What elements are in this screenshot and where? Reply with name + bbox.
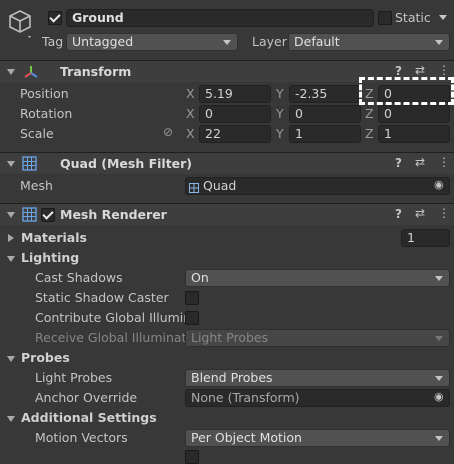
collapse-arrow-icon[interactable] [7,416,15,422]
probes-label[interactable]: Probes [21,350,70,365]
rotation-z-field[interactable]: 0 [378,105,450,123]
collapse-arrow-icon[interactable] [7,356,15,362]
mesh-filter-grid-icon [22,156,37,171]
motion-vectors-dropdown[interactable]: Per Object Motion [185,429,450,447]
cast-shadows-label: Cast Shadows [35,270,123,285]
tag-dropdown[interactable]: Untagged [66,33,238,51]
mesh-renderer-enabled-checkbox[interactable] [41,208,55,222]
layer-label: Layer [252,34,287,49]
position-label: Position [20,86,69,101]
tag-label: Tag [42,34,64,49]
expand-arrow-icon[interactable] [8,234,14,242]
mesh-filter-title: Quad (Mesh Filter) [60,156,193,171]
object-picker-icon[interactable]: ◉ [434,390,444,403]
rotation-y-label[interactable]: Y [276,106,284,121]
receive-gi-dropdown: Light Probes [185,329,450,347]
collapse-arrow-icon[interactable] [7,212,15,218]
more-options-icon[interactable]: ⋮ [438,206,450,220]
rotation-x-field[interactable]: 0 [199,105,271,123]
presets-icon[interactable]: ⇄ [415,155,425,169]
object-name-field[interactable]: Ground [66,9,374,27]
object-picker-icon[interactable]: ◉ [434,178,444,191]
more-options-icon[interactable]: ⋮ [438,63,450,77]
cast-shadows-dropdown[interactable]: On [185,269,450,287]
help-icon[interactable]: ? [395,156,402,170]
lighting-label[interactable]: Lighting [21,250,79,265]
additional-settings-label[interactable]: Additional Settings [21,410,157,425]
contribute-gi-checkbox[interactable] [185,311,199,325]
anchor-override-field[interactable]: None (Transform) [185,389,450,407]
anchor-override-label: Anchor Override [35,390,138,405]
scale-x-field[interactable]: 22 [199,125,271,143]
static-shadow-caster-checkbox[interactable] [185,291,199,305]
materials-label[interactable]: Materials [21,230,87,245]
static-shadow-caster-label: Static Shadow Caster [35,290,169,305]
gameobject-cube-icon [6,8,34,38]
mesh-label: Mesh [20,178,53,193]
scale-y-label[interactable]: Y [276,126,284,141]
mesh-filter-header[interactable]: Quad (Mesh Filter) ? ⇄ ⋮ [0,152,454,174]
motion-vectors-label: Motion Vectors [35,430,128,445]
static-label: Static [395,10,431,25]
layer-dropdown[interactable]: Default [288,33,450,51]
scale-z-field[interactable]: 1 [378,125,450,143]
active-checkbox[interactable] [48,11,62,25]
more-options-icon[interactable]: ⋮ [438,155,450,169]
scale-y-field[interactable]: 1 [289,125,361,143]
rotation-x-label[interactable]: X [186,106,195,121]
transform-axes-icon [23,64,39,80]
collapse-arrow-icon[interactable] [7,69,15,75]
help-icon[interactable]: ? [395,207,402,221]
receive-gi-label: Receive Global Illuminatio [35,330,185,345]
position-x-field[interactable]: 5.19 [199,85,271,103]
collapse-arrow-icon[interactable] [7,161,15,167]
static-dropdown-arrow[interactable] [439,15,447,20]
mesh-renderer-icon [22,207,37,222]
mesh-asset-icon [189,181,199,193]
rotation-label: Rotation [20,106,73,121]
static-checkbox[interactable] [378,11,392,25]
next-row-checkbox[interactable] [185,450,199,464]
mesh-renderer-header[interactable]: Mesh Renderer ? ⇄ ⋮ [0,203,454,225]
constrain-proportions-link-icon[interactable]: ⊘ [163,125,173,139]
scale-x-label[interactable]: X [186,126,195,141]
collapse-arrow-icon[interactable] [7,256,15,262]
scale-z-label[interactable]: Z [365,126,374,141]
light-probes-label: Light Probes [35,370,113,385]
rotation-z-label[interactable]: Z [365,106,374,121]
contribute-gi-label: Contribute Global Illuminati [35,310,185,325]
help-icon[interactable]: ? [395,64,402,78]
light-probes-dropdown[interactable]: Blend Probes [185,369,450,387]
position-y-field[interactable]: -2.35 [289,85,361,103]
presets-icon[interactable]: ⇄ [415,63,425,77]
transform-title: Transform [60,64,132,79]
presets-icon[interactable]: ⇄ [415,206,425,220]
rotation-y-field[interactable]: 0 [289,105,361,123]
highlight-box [359,77,454,105]
mesh-value: Quad [203,178,237,193]
position-y-label[interactable]: Y [276,86,284,101]
mesh-object-field[interactable]: Quad [185,177,450,195]
scale-label: Scale [20,126,54,141]
mesh-renderer-title: Mesh Renderer [60,207,167,222]
position-x-label[interactable]: X [186,86,195,101]
materials-count-field[interactable]: 1 [401,229,450,247]
